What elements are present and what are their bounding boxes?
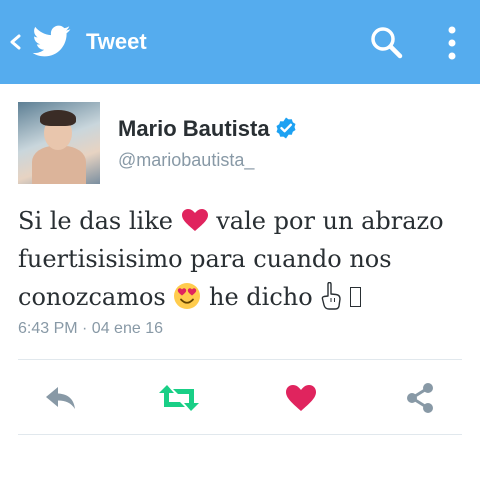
tweet-text: Si le das like vale por un abrazo fuerti… (18, 202, 468, 316)
avatar-body-shape (32, 146, 86, 184)
heart-icon (286, 385, 316, 411)
page-title: Tweet (86, 29, 147, 54)
tweet-timestamp: 6:43 PM · 04 ene 16 (18, 320, 163, 337)
twitter-bird-icon (32, 25, 71, 57)
app-header: Tweet (0, 0, 480, 84)
like-button[interactable] (281, 378, 321, 418)
verified-badge-icon (276, 117, 296, 139)
share-button[interactable] (400, 378, 440, 418)
divider (18, 359, 462, 360)
reply-button[interactable] (41, 378, 81, 418)
tweet-text-part: Si le das like (18, 207, 173, 235)
divider (18, 434, 462, 435)
avatar[interactable] (18, 102, 100, 184)
share-icon (407, 383, 433, 413)
index-pointing-up-emoji-icon (322, 282, 342, 310)
author-name[interactable]: Mario Bautista (118, 116, 270, 142)
avatar-hair-shape (40, 110, 76, 126)
retweet-button[interactable] (159, 378, 199, 418)
red-heart-emoji-icon (181, 209, 208, 231)
reply-icon (46, 387, 75, 409)
retweet-icon (159, 385, 199, 411)
search-icon[interactable] (368, 24, 404, 60)
heart-eyes-emoji-icon (174, 283, 201, 309)
missing-glyph-icon (349, 287, 361, 307)
tweet-text-part: he dicho (209, 283, 313, 311)
author-handle[interactable]: @mariobautista_ (118, 149, 254, 171)
chevron-left-icon[interactable] (8, 28, 24, 56)
more-vertical-icon[interactable] (440, 24, 464, 62)
